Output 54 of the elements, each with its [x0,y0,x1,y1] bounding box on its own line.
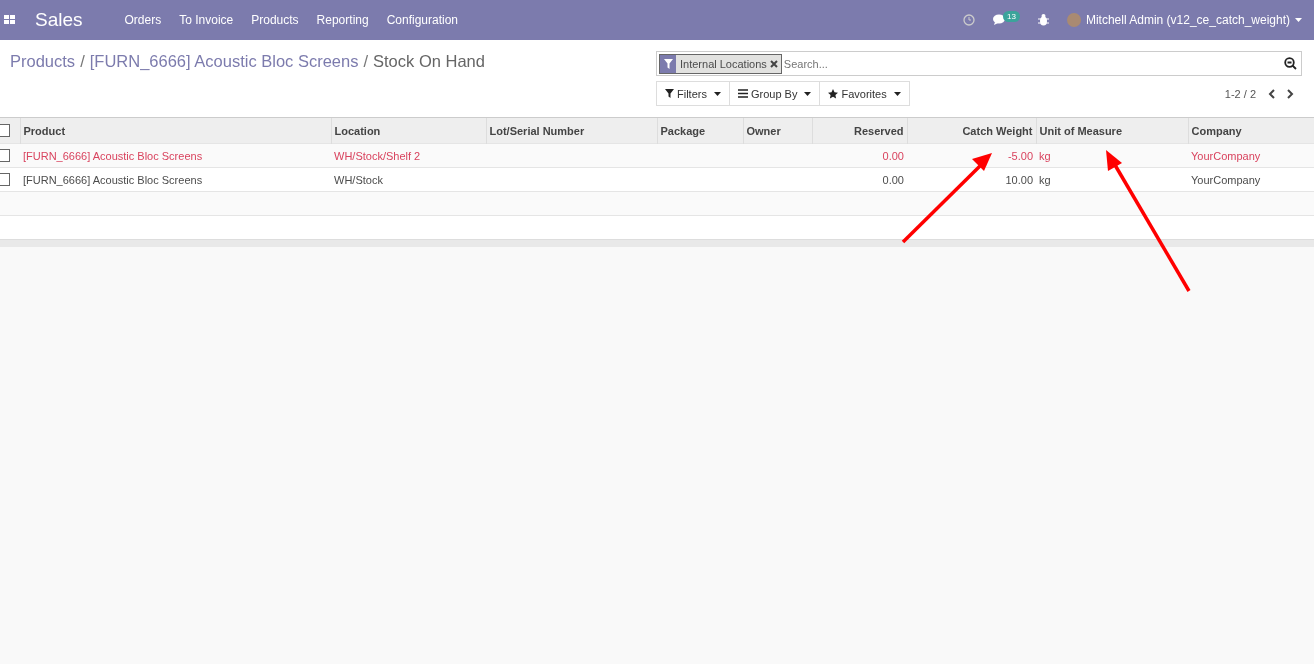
bug-icon[interactable] [1037,14,1049,26]
table-cell: [FURN_6666] Acoustic Bloc Screens [20,143,331,168]
table-cell: [FURN_6666] Acoustic Bloc Screens [20,167,331,192]
pager-value: 1-2 / 2 [1224,87,1256,100]
breadcrumb-separator: / [80,52,85,70]
column-header[interactable]: Lot/Serial Number [486,118,657,144]
breadcrumb-item[interactable]: [FURN_6666] Acoustic Bloc Screens [89,52,359,70]
table-cell: WH/Stock/Shelf 2 [331,143,486,168]
apps-menu-icon[interactable] [4,15,15,25]
table-cell: YourCompany [1188,143,1314,168]
search-field[interactable]: Internal Locations Search... [656,51,1302,76]
filter-icon [665,89,674,98]
menu-item[interactable]: Orders [124,13,162,27]
column-header[interactable]: Reserved [812,118,907,144]
search-icon[interactable] [1284,57,1297,70]
close-icon[interactable] [769,59,778,68]
column-header[interactable]: Package [657,118,743,144]
table-cell: 0.00 [812,167,907,192]
toolbar-button[interactable]: Filters [656,81,730,106]
column-header[interactable]: Company [1188,118,1314,144]
row-checkbox[interactable] [0,173,10,187]
filter-facet[interactable]: Internal Locations [659,53,782,74]
menu-item[interactable]: Configuration [386,13,459,27]
toolbar-button[interactable]: Favorites [819,81,910,106]
caret-icon [713,91,721,96]
app-title: Sales [35,9,83,31]
caret-icon [893,91,901,96]
list-icon [737,89,748,98]
toolbar-button[interactable]: Group By [728,81,821,106]
menu-item[interactable]: Reporting [316,13,369,27]
star-icon [828,88,839,99]
next-icon[interactable] [1287,88,1294,99]
message-count-badge: 13 [1003,10,1020,22]
table-cell: YourCompany [1188,167,1314,192]
column-header[interactable]: Catch Weight [907,118,1036,144]
column-header[interactable]: Location [331,118,486,144]
previous-icon[interactable] [1268,88,1275,99]
breadcrumb-item[interactable]: Products [10,52,76,70]
select-all-checkbox[interactable] [0,124,10,138]
filter-icon [663,58,673,69]
menu-item[interactable]: To Invoice [179,13,234,27]
breadcrumb-item: Stock On Hand [373,52,485,70]
caret-icon[interactable] [1295,18,1302,22]
row-checkbox[interactable] [0,149,10,163]
column-header[interactable]: Product [20,118,331,144]
column-header[interactable]: Unit of Measure [1036,118,1188,144]
table-cell: 0.00 [812,143,907,168]
chat-icon[interactable] [993,14,1007,26]
column-header[interactable]: Owner [743,118,812,144]
breadcrumb-separator: / [363,52,369,70]
menu-item[interactable]: Products [251,13,299,27]
caret-icon [804,91,812,96]
user-name[interactable]: Mitchell Admin (v12_ce_catch_weight) [1085,13,1290,27]
table-cell: WH/Stock [331,167,486,192]
